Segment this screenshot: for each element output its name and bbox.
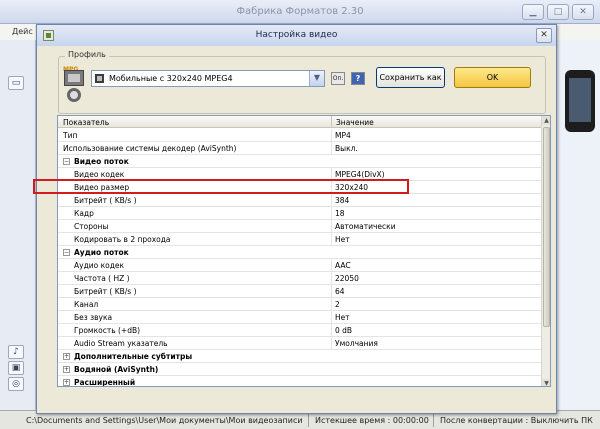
chevron-down-icon[interactable]: ▼: [309, 71, 324, 86]
table-row[interactable]: Audio Stream указатель Умолчания: [58, 337, 542, 350]
status-after-conversion: После конвертации : Выключить ПК: [440, 416, 593, 425]
collapse-icon[interactable]: −: [63, 158, 70, 165]
minimize-icon[interactable]: ▁: [522, 4, 544, 20]
column-header-parameter[interactable]: Показатель: [63, 118, 109, 127]
phone-icon: [565, 70, 595, 132]
profile-select-value: Мобильные с 320х240 MPEG4: [109, 74, 233, 83]
group-row-audio-stream[interactable]: − Аудио поток: [58, 246, 542, 259]
table-scrollbar[interactable]: ▲ ▼: [541, 116, 550, 386]
expand-icon[interactable]: +: [63, 353, 70, 360]
group-row-subtitles[interactable]: + Дополнительные субтитры: [58, 350, 542, 363]
table-row[interactable]: Стороны Автоматически: [58, 220, 542, 233]
table-row[interactable]: Громкость (+dB) 0 dB: [58, 324, 542, 337]
dialog-title: Настройка видео: [255, 30, 338, 40]
left-toolbar: ▭ ♪ ▣ ◎: [0, 40, 36, 410]
scroll-up-icon[interactable]: ▲: [542, 116, 550, 125]
column-header-value[interactable]: Значение: [336, 118, 374, 127]
video-size-highlight: [33, 179, 409, 194]
table-row[interactable]: Битрейт ( KB/s ) 384: [58, 194, 542, 207]
profile-options-button[interactable]: Оп.: [331, 72, 345, 85]
ok-button[interactable]: OK: [454, 67, 531, 88]
table-row[interactable]: Аудио кодек AAC: [58, 259, 542, 272]
maximize-icon[interactable]: □: [547, 4, 569, 20]
group-row-advanced[interactable]: + Расширенный: [58, 376, 542, 386]
main-window-titlebar: Фабрика Форматов 2.30 ▁ □ ✕: [0, 0, 600, 24]
help-button[interactable]: ?: [351, 72, 365, 85]
table-row[interactable]: Битрейт ( KB/s ) 64: [58, 285, 542, 298]
main-window-title: Фабрика Форматов 2.30: [236, 6, 364, 17]
picture-icon[interactable]: ▣: [8, 361, 24, 375]
gear-icon: [67, 88, 81, 102]
scroll-down-icon[interactable]: ▼: [542, 379, 550, 386]
video-settings-dialog: Настройка видео ✕ Профиль MPG Мобильные …: [36, 24, 557, 414]
scrollbar-thumb[interactable]: [543, 127, 550, 327]
table-row[interactable]: Кодировать в 2 прохода Нет: [58, 233, 542, 246]
table-header: Показатель Значение: [58, 116, 542, 128]
table-row[interactable]: Без звука Нет: [58, 311, 542, 324]
dialog-titlebar: Настройка видео ✕: [37, 25, 556, 46]
save-as-button[interactable]: Сохранить как: [376, 67, 445, 88]
expand-icon[interactable]: +: [63, 379, 70, 386]
film-icon: [95, 74, 104, 83]
table-row[interactable]: Тип MP4: [58, 129, 542, 142]
group-row-watermark[interactable]: + Водяной (AviSynth): [58, 363, 542, 376]
table-row[interactable]: Частота ( HZ ) 22050: [58, 272, 542, 285]
settings-table: Показатель Значение Тип MP4 Использовани…: [57, 115, 551, 387]
collapse-icon[interactable]: −: [63, 249, 70, 256]
table-row[interactable]: Канал 2: [58, 298, 542, 311]
expand-icon[interactable]: +: [63, 366, 70, 373]
table-row[interactable]: Кадр 18: [58, 207, 542, 220]
disc-icon[interactable]: ◎: [8, 377, 24, 391]
main-window-controls: ▁ □ ✕: [522, 4, 594, 20]
music-icon[interactable]: ♪: [8, 345, 24, 359]
close-icon[interactable]: ✕: [572, 4, 594, 20]
close-icon[interactable]: ✕: [536, 28, 552, 43]
film-icon: [64, 70, 84, 86]
group-row-video-stream[interactable]: − Видео поток: [58, 155, 542, 168]
toolbar-icon[interactable]: ▭: [8, 76, 24, 90]
menu-item-actions[interactable]: Дейс: [12, 27, 33, 36]
profile-label: Профиль: [65, 50, 109, 59]
profile-select[interactable]: Мобильные с 320х240 MPEG4 ▼: [91, 70, 325, 87]
table-row[interactable]: Использование системы декодер (AviSynth)…: [58, 142, 542, 155]
